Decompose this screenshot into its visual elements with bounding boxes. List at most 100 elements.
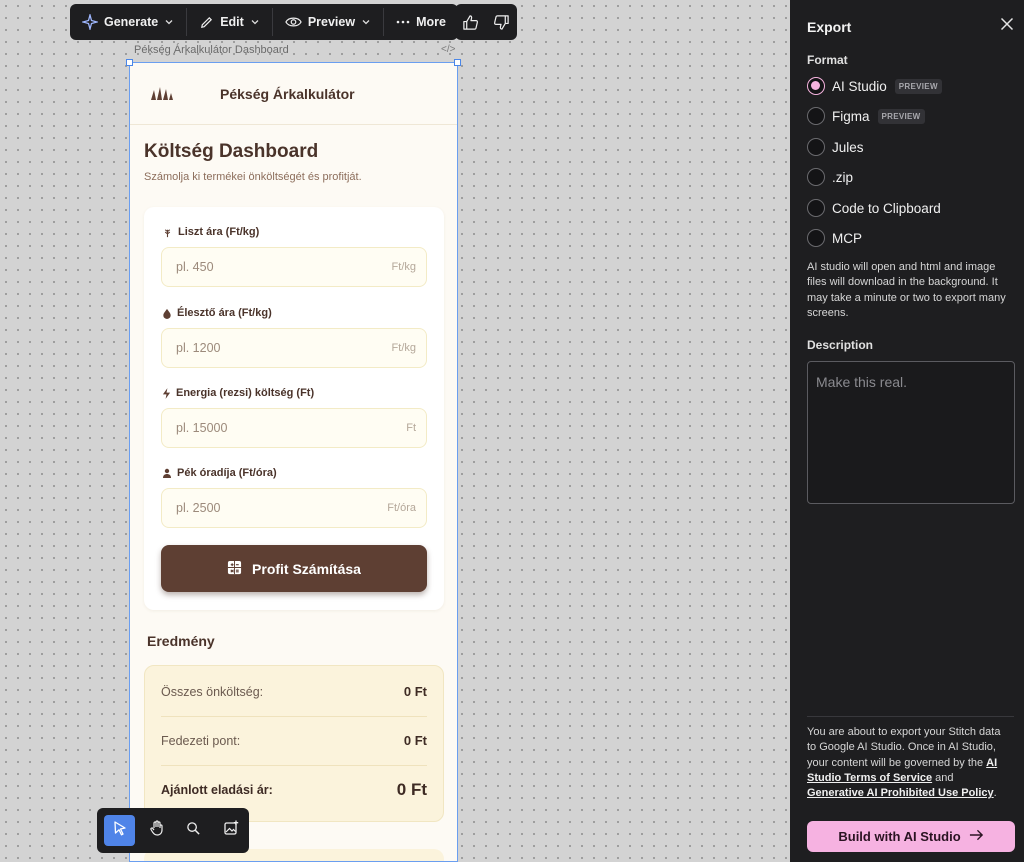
panel-title: Export	[807, 19, 852, 35]
export-info-text: AI studio will open and html and image f…	[807, 261, 1006, 319]
hand-icon	[149, 820, 165, 841]
format-label: Format	[807, 53, 848, 67]
edit-label: Edit	[220, 15, 244, 29]
screen-frame[interactable]: Pékség Árkalkulátor Költség Dashboard Sz…	[129, 62, 458, 862]
edit-button[interactable]: Edit	[191, 8, 268, 36]
suggested-price-row: Ajánlott eladási ár: 0 Ft	[161, 780, 427, 800]
format-option-label: Figma	[832, 108, 870, 124]
radio-unselected[interactable]	[807, 229, 825, 247]
panel-divider	[807, 716, 1014, 717]
tool-palette	[97, 808, 249, 853]
bakery-logo-icon	[148, 84, 174, 104]
legal-prefix: You are about to export your Stitch data…	[807, 726, 1001, 769]
format-option-label: Jules	[832, 139, 864, 155]
resize-handle[interactable]	[126, 59, 133, 66]
chevron-down-icon	[361, 17, 371, 27]
baker-rate-input[interactable]: pl. 2500 Ft/óra	[161, 488, 427, 528]
format-option-zip[interactable]: .zip	[807, 168, 853, 186]
image-tool-button[interactable]	[215, 815, 246, 846]
more-button[interactable]: More	[388, 8, 454, 36]
description-label: Description	[807, 338, 874, 352]
chevron-down-icon	[164, 17, 174, 27]
generate-button[interactable]: Generate	[74, 8, 182, 36]
format-option-jules[interactable]: Jules	[807, 138, 864, 156]
radio-unselected[interactable]	[807, 138, 825, 156]
build-with-ai-studio-button[interactable]: Build with AI Studio	[807, 821, 1015, 852]
format-option-figma[interactable]: Figma PREVIEW	[807, 107, 925, 125]
break-even-row: Fedezeti pont: 0 Ft	[161, 733, 427, 748]
format-option-clipboard[interactable]: Code to Clipboard	[807, 199, 941, 217]
resize-handle[interactable]	[454, 59, 461, 66]
result-divider	[161, 716, 427, 717]
description-textarea[interactable]: Make this real.	[807, 361, 1015, 504]
baker-rate-unit: Ft/óra	[387, 502, 416, 514]
result-divider	[161, 765, 427, 766]
drop-icon	[162, 308, 172, 319]
ellipsis-icon	[396, 20, 410, 24]
yeast-price-input[interactable]: pl. 1200 Ft/kg	[161, 328, 427, 368]
close-icon[interactable]	[1000, 17, 1014, 36]
energy-cost-input[interactable]: pl. 15000 Ft	[161, 408, 427, 448]
build-button-label: Build with AI Studio	[838, 829, 961, 844]
calculate-profit-button[interactable]: Profit Számítása	[161, 545, 427, 592]
more-label: More	[416, 15, 446, 29]
baker-rate-label-text: Pék óradíja (Ft/óra)	[177, 467, 277, 479]
search-icon	[186, 821, 201, 841]
chevron-down-icon	[250, 17, 260, 27]
radio-unselected[interactable]	[807, 199, 825, 217]
break-even-value: 0 Ft	[403, 733, 427, 748]
thumbs-down-icon[interactable]	[493, 14, 510, 31]
preview-badge: PREVIEW	[894, 78, 942, 94]
baker-rate-label: Pék óradíja (Ft/óra)	[162, 467, 277, 479]
export-panel: Export Format AI Studio PREVIEW Figma PR…	[790, 0, 1024, 862]
bolt-icon	[162, 387, 171, 399]
energy-cost-label-text: Energia (rezsi) költség (Ft)	[176, 387, 315, 399]
energy-cost-unit: Ft	[406, 422, 416, 434]
toolbar-divider	[271, 8, 273, 36]
select-tool-button[interactable]	[104, 815, 135, 846]
suggested-price-label: Ajánlott eladási ár:	[161, 783, 273, 797]
radio-unselected[interactable]	[807, 168, 825, 186]
energy-cost-label: Energia (rezsi) költség (Ft)	[162, 387, 314, 399]
radio-selected[interactable]	[807, 77, 825, 95]
format-option-ai-studio[interactable]: AI Studio PREVIEW	[807, 77, 942, 95]
result-card: Összes önköltség: 0 Ft Fedezeti pont: 0 …	[144, 665, 444, 822]
total-cost-value: 0 Ft	[403, 684, 427, 699]
prohibited-use-policy-link[interactable]: Generative AI Prohibited Use Policy	[807, 787, 994, 799]
legal-mid: and	[932, 771, 954, 784]
preview-badge: PREVIEW	[877, 108, 925, 124]
suggested-price-value: 0 Ft	[396, 780, 427, 799]
pencil-icon	[199, 15, 214, 30]
preview-button[interactable]: Preview	[277, 8, 379, 36]
format-option-label: .zip	[832, 169, 854, 185]
flour-price-input[interactable]: pl. 450 Ft/kg	[161, 247, 427, 287]
yeast-price-placeholder: pl. 1200	[176, 341, 221, 355]
total-cost-label: Összes önköltség:	[161, 684, 264, 699]
yeast-price-label-text: Élesztő ára (Ft/kg)	[177, 307, 272, 319]
energy-cost-placeholder: pl. 15000	[176, 421, 228, 435]
format-option-label: MCP	[832, 230, 862, 246]
legal-suffix: .	[993, 787, 997, 800]
toolbar-divider	[186, 8, 188, 36]
page-subtitle: Számolja ki termékei önköltségét és prof…	[144, 171, 362, 183]
zoom-tool-button[interactable]	[178, 815, 209, 846]
flour-price-placeholder: pl. 450	[176, 260, 214, 274]
description-placeholder: Make this real.	[816, 374, 908, 390]
format-option-label: Code to Clipboard	[832, 200, 941, 216]
flour-price-label-text: Liszt ára (Ft/kg)	[178, 226, 260, 238]
person-icon	[162, 468, 172, 478]
thumbs-up-icon[interactable]	[462, 14, 479, 31]
code-icon[interactable]: </>	[441, 44, 455, 55]
baker-rate-placeholder: pl. 2500	[176, 501, 221, 515]
format-option-mcp[interactable]: MCP	[807, 229, 862, 247]
result-heading: Eredmény	[147, 633, 215, 649]
image-add-icon	[223, 820, 239, 841]
eye-icon	[285, 15, 302, 29]
arrow-right-icon	[969, 829, 984, 844]
hand-tool-button[interactable]	[141, 815, 172, 846]
toolbar-divider	[383, 8, 385, 36]
radio-unselected[interactable]	[807, 107, 825, 125]
feedback-toolbar	[455, 4, 517, 40]
total-cost-row: Összes önköltség: 0 Ft	[161, 684, 427, 699]
wheat-icon	[162, 227, 173, 238]
